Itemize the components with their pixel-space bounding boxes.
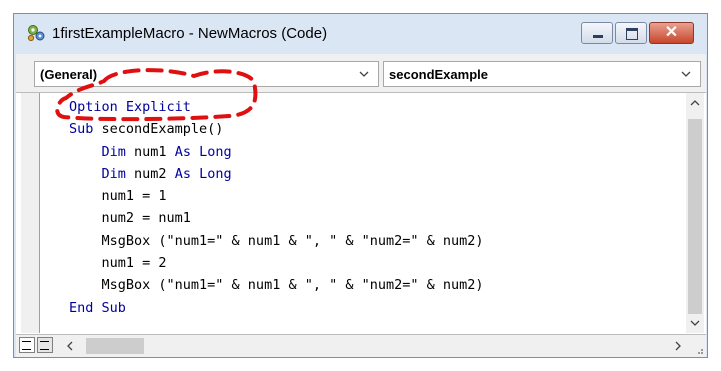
scroll-up-icon[interactable] — [689, 97, 701, 109]
macro-gears-icon — [27, 25, 45, 42]
code-token: MsgBox ("num1=" & num1 & ", " & "num2=" … — [69, 277, 484, 294]
procedure-dropdown[interactable]: secondExample — [383, 61, 701, 87]
vertical-scroll-thumb[interactable] — [688, 119, 702, 314]
title-bar[interactable]: 1firstExampleMacro - NewMacros (Code) ✕ — [14, 14, 707, 54]
margin-indicator-bar[interactable] — [21, 93, 40, 333]
code-keyword: Dim — [101, 165, 126, 182]
code-keyword: Sub — [69, 121, 102, 138]
code-keyword: As Long — [174, 165, 232, 182]
object-dropdown-value: (General) — [40, 67, 98, 82]
horizontal-scroll-thumb[interactable] — [86, 338, 144, 354]
close-button[interactable]: ✕ — [649, 22, 694, 44]
code-token: num2 — [125, 165, 175, 182]
maximize-button[interactable] — [615, 22, 647, 44]
code-line[interactable]: num1 = 1 — [69, 185, 484, 207]
scroll-left-icon[interactable] — [64, 340, 76, 352]
code-line[interactable]: Dim num2 As Long — [69, 163, 484, 185]
code-token: num2 = num1 — [69, 210, 191, 227]
code-line[interactable]: End Sub — [69, 297, 484, 319]
object-dropdown[interactable]: (General) — [34, 61, 379, 87]
window-title: 1firstExampleMacro - NewMacros (Code) — [52, 25, 328, 42]
code-keyword: Dim — [101, 143, 126, 160]
code-keyword: End Sub — [69, 299, 126, 316]
horizontal-scrollbar[interactable] — [58, 337, 703, 355]
code-token: secondExample() — [101, 121, 224, 138]
code-line[interactable]: Dim num1 As Long — [69, 141, 484, 163]
chevron-down-icon — [359, 71, 369, 77]
code-token: num1 = 2 — [69, 255, 167, 272]
chevron-down-icon — [681, 71, 691, 77]
vertical-scrollbar[interactable] — [686, 93, 704, 333]
code-line[interactable]: Sub secondExample() — [69, 118, 484, 140]
close-icon: ✕ — [664, 24, 679, 41]
scroll-down-icon[interactable] — [689, 317, 701, 329]
code-line[interactable]: num2 = num1 — [69, 207, 484, 229]
code-line[interactable]: MsgBox ("num1=" & num1 & ", " & "num2=" … — [69, 274, 484, 296]
code-token: num1 = 1 — [69, 188, 167, 205]
code-window: 1firstExampleMacro - NewMacros (Code) ✕ … — [13, 13, 708, 358]
resize-grip-icon[interactable] — [694, 345, 704, 355]
code-editor[interactable]: Option Explicit Sub secondExample() Dim n… — [16, 93, 706, 357]
code-token: MsgBox ("num1=" & num1 & ", " & "num2=" … — [69, 232, 484, 249]
full-module-view-button[interactable] — [37, 337, 53, 353]
status-bar — [16, 334, 706, 357]
code-text[interactable]: Option Explicit Sub secondExample() Dim n… — [69, 96, 484, 319]
code-line[interactable]: MsgBox ("num1=" & num1 & ", " & "num2=" … — [69, 230, 484, 252]
code-line[interactable]: Option Explicit — [69, 96, 484, 118]
procedure-view-button[interactable] — [19, 337, 35, 353]
code-keyword: Option Explicit — [69, 99, 191, 115]
scroll-right-icon[interactable] — [672, 340, 684, 352]
code-line[interactable]: num1 = 2 — [69, 252, 484, 274]
code-keyword: As Long — [174, 143, 232, 160]
procedure-dropdown-value: secondExample — [389, 67, 488, 82]
code-token: num1 — [125, 143, 175, 160]
procedure-bar: (General) secondExample — [16, 54, 706, 93]
minimize-button[interactable] — [581, 22, 613, 44]
